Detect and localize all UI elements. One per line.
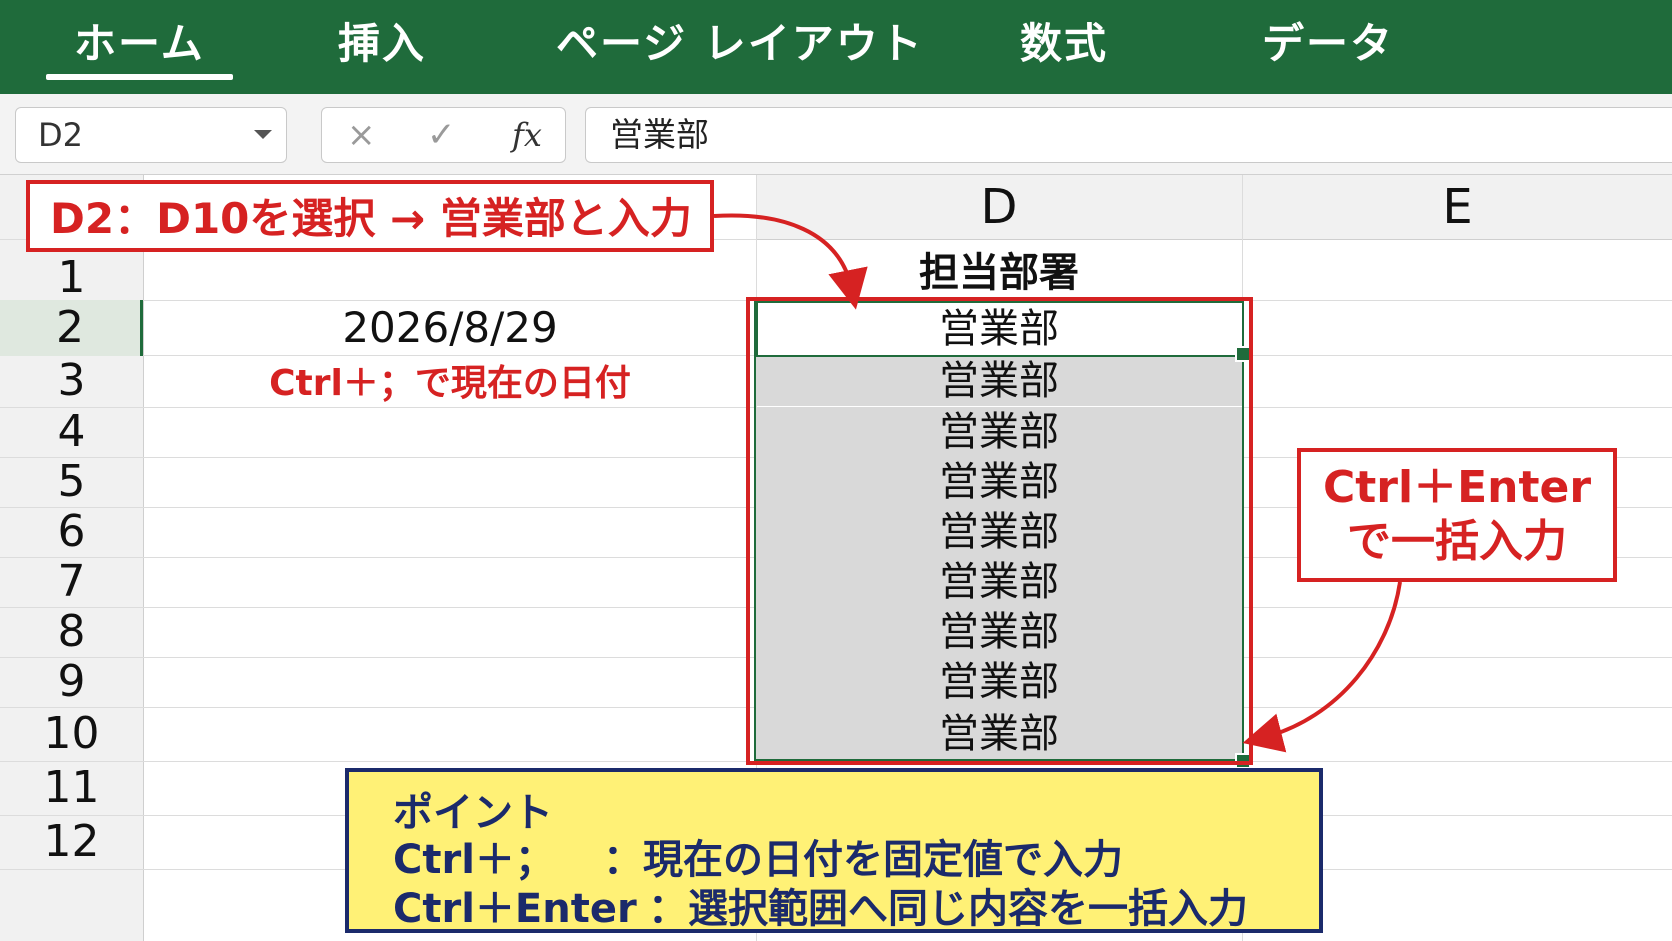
point-line-2-desc: ：選択範囲へ同じ内容を一括入力 — [648, 886, 1248, 932]
point-box: ポイント Ctrl＋； ：現在の日付を固定値で入力 Ctrl＋Enter ：選択範囲… — [345, 768, 1323, 933]
point-line-2-key: Ctrl＋Enter — [393, 886, 637, 932]
point-line-2: Ctrl＋Enter ：選択範囲へ同じ内容を一括入力 — [393, 876, 1248, 934]
arrow-to-d2 — [713, 213, 868, 310]
arrow-to-d10 — [1242, 581, 1402, 753]
